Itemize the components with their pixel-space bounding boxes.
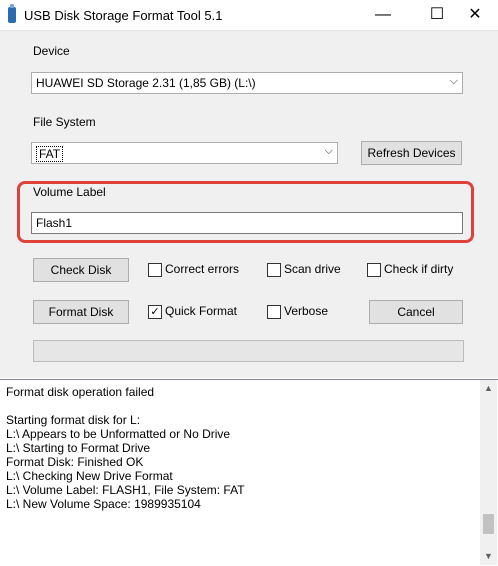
log-line: L:\ New Volume Space: 1989935104 bbox=[6, 497, 201, 511]
log-line: L:\ Appears to be Unformatted or No Driv… bbox=[6, 427, 231, 441]
log-line: L:\ Checking New Drive Format bbox=[6, 469, 173, 483]
cancel-button[interactable]: Cancel bbox=[369, 300, 463, 324]
title-bar: USB Disk Storage Format Tool 5.1 — ☐ ✕ bbox=[0, 0, 498, 31]
checkmark-icon: ✓ bbox=[148, 305, 162, 319]
log-scrollbar[interactable]: ▲ ▼ bbox=[480, 380, 497, 565]
chevron-down-icon: ⌵ bbox=[324, 145, 333, 157]
window-title: USB Disk Storage Format Tool 5.1 bbox=[24, 8, 223, 23]
close-button[interactable]: ✕ bbox=[452, 0, 498, 30]
progress-bar bbox=[33, 340, 464, 362]
refresh-devices-button[interactable]: Refresh Devices bbox=[361, 141, 462, 165]
quick-format-label: Quick Format bbox=[165, 304, 238, 318]
chevron-down-icon: ⌵ bbox=[449, 75, 458, 87]
log-line: Starting format disk for L: bbox=[6, 413, 141, 427]
scroll-thumb[interactable] bbox=[483, 514, 494, 534]
file-system-value: FAT bbox=[36, 146, 64, 162]
device-label: Device bbox=[33, 44, 70, 58]
minimize-button[interactable]: — bbox=[360, 0, 406, 30]
check-disk-button[interactable]: Check Disk bbox=[33, 258, 129, 282]
correct-errors-label: Correct errors bbox=[165, 262, 240, 276]
file-system-select[interactable]: FAT ⌵ bbox=[31, 142, 338, 164]
scan-drive-label: Scan drive bbox=[284, 262, 341, 276]
verbose-label: Verbose bbox=[284, 304, 329, 318]
device-value: HUAWEI SD Storage 2.31 (1,85 GB) (L:\) bbox=[36, 76, 256, 90]
log-line: L:\ Volume Label: FLASH1, File System: F… bbox=[6, 483, 245, 497]
log-line: Format disk operation failed bbox=[6, 385, 155, 399]
checkbox-box bbox=[267, 263, 281, 277]
scroll-up-icon[interactable]: ▲ bbox=[480, 380, 497, 397]
checkbox-box bbox=[367, 263, 381, 277]
format-disk-button[interactable]: Format Disk bbox=[33, 300, 129, 324]
log-line: Format Disk: Finished OK bbox=[6, 455, 144, 469]
device-select[interactable]: HUAWEI SD Storage 2.31 (1,85 GB) (L:\) ⌵ bbox=[31, 72, 463, 94]
volume-label-label: Volume Label bbox=[33, 185, 106, 199]
checkbox-box bbox=[148, 263, 162, 277]
checkbox-box bbox=[267, 305, 281, 319]
volume-label-value: Flash1 bbox=[36, 216, 73, 230]
volume-label-input[interactable]: Flash1 bbox=[31, 212, 463, 234]
file-system-label: File System bbox=[33, 115, 96, 129]
check-if-dirty-label: Check if dirty bbox=[384, 262, 454, 276]
log-output[interactable]: Format disk operation failed Starting fo… bbox=[0, 379, 498, 566]
log-line: L:\ Starting to Format Drive bbox=[6, 441, 151, 455]
usb-drive-icon bbox=[8, 4, 16, 23]
scroll-down-icon[interactable]: ▼ bbox=[480, 548, 497, 565]
